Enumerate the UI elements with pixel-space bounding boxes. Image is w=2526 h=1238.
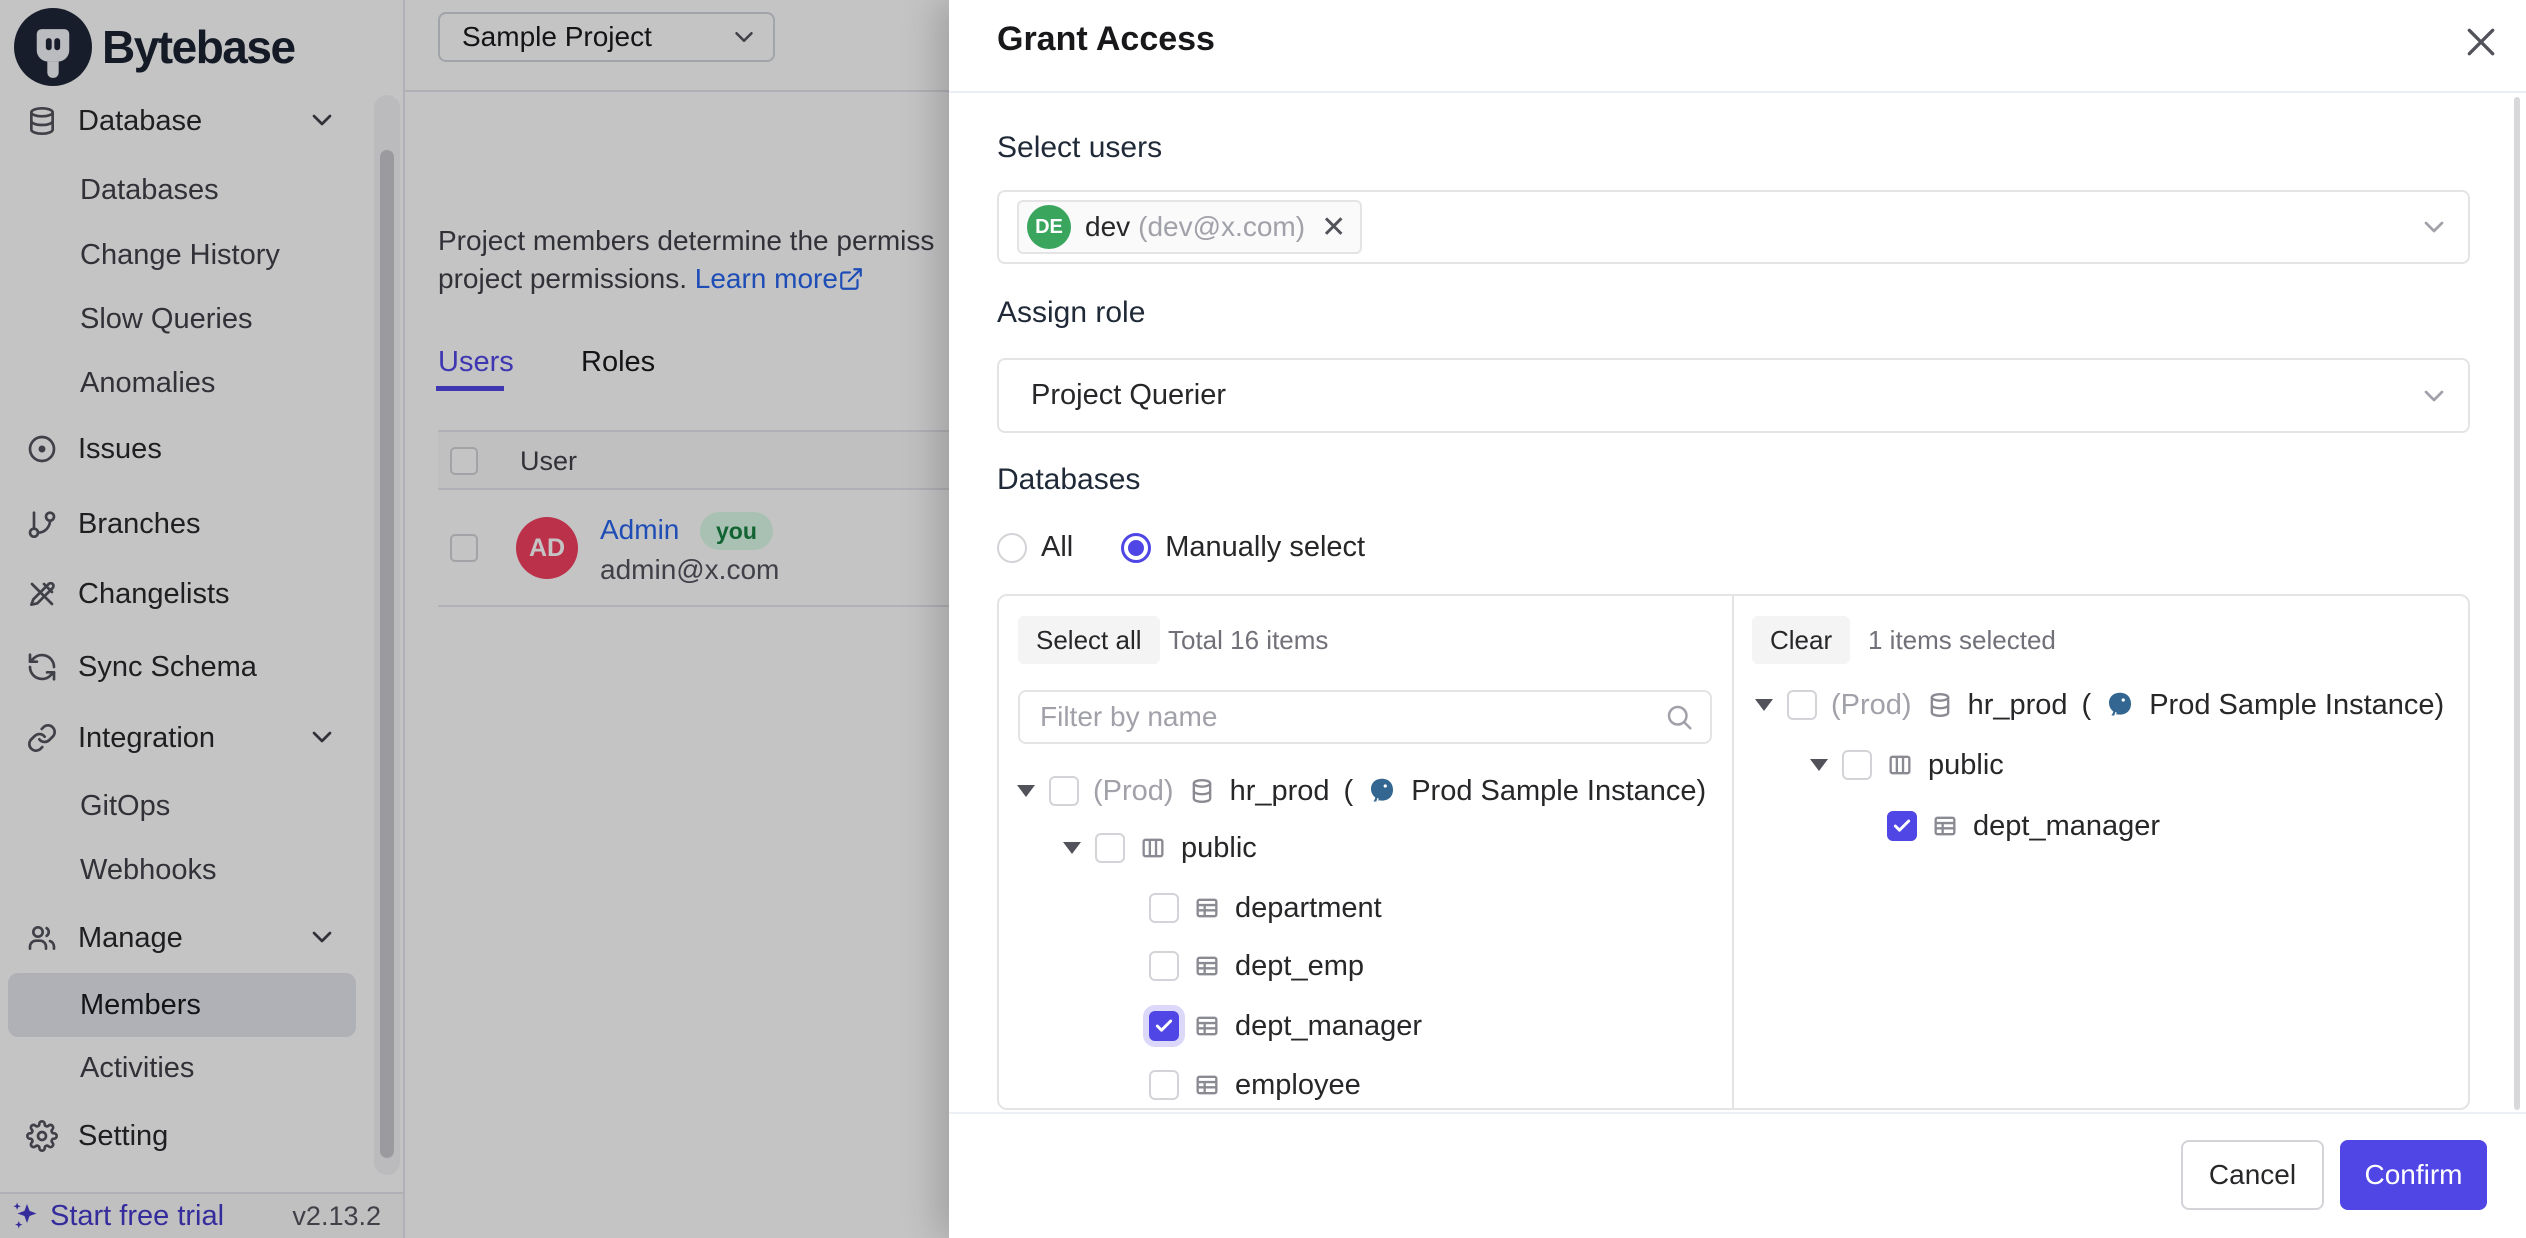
assign-role-label: Assign role <box>997 296 1145 330</box>
filter-input-wrap <box>1018 690 1712 744</box>
tree-row-table-selected[interactable]: dept_manager <box>1887 805 2160 847</box>
caret-down-icon[interactable] <box>1755 699 1773 711</box>
grant-access-modal: Grant Access Select users DE dev (dev@x.… <box>949 0 2526 1238</box>
checkbox[interactable] <box>1787 690 1817 720</box>
checkbox[interactable] <box>1049 776 1079 806</box>
modal-title: Grant Access <box>997 20 1215 59</box>
caret-down-icon[interactable] <box>1063 842 1081 854</box>
databases-label: Databases <box>997 463 1140 497</box>
tree-row-instance[interactable]: (Prod) hr_prod ( Prod Sample Instance) <box>1017 770 1706 812</box>
user-chip: DE dev (dev@x.com) ✕ <box>1017 200 1362 254</box>
radio-manually-select[interactable] <box>1121 533 1151 563</box>
database-scope-radios: All Manually select <box>997 531 1365 564</box>
table-grid-icon <box>1193 1012 1221 1040</box>
tree-row-table[interactable]: dept_emp <box>1149 945 1364 987</box>
cancel-button[interactable]: Cancel <box>2181 1140 2324 1210</box>
checkbox-checked[interactable] <box>1887 811 1917 841</box>
checkbox[interactable] <box>1842 750 1872 780</box>
radio-all[interactable] <box>997 533 1027 563</box>
caret-down-icon[interactable] <box>1017 785 1035 797</box>
total-items-text: Total 16 items <box>1168 616 1328 664</box>
selected-count-text: 1 items selected <box>1868 616 2056 664</box>
modal-scrollbar[interactable] <box>2514 97 2520 1110</box>
panel-divider <box>1732 596 1734 1108</box>
assign-role-value: Project Querier <box>1031 379 1226 412</box>
clear-button[interactable]: Clear <box>1752 616 1850 664</box>
search-icon <box>1664 702 1694 732</box>
database-transfer-panel: Select all Total 16 items (Prod) hr_prod… <box>997 594 2470 1110</box>
database-icon <box>1926 691 1954 719</box>
modal-header-divider <box>949 91 2526 93</box>
select-all-button[interactable]: Select all <box>1018 616 1160 664</box>
modal-footer-divider <box>949 1112 2526 1114</box>
select-users-label: Select users <box>997 131 1162 165</box>
remove-chip-icon[interactable]: ✕ <box>1321 210 1346 245</box>
table-grid-icon <box>1931 812 1959 840</box>
checkbox[interactable] <box>1095 833 1125 863</box>
schema-columns-icon <box>1139 834 1167 862</box>
postgres-elephant-icon <box>2105 690 2135 720</box>
filter-input[interactable] <box>1038 700 1664 734</box>
checkbox[interactable] <box>1149 1070 1179 1100</box>
caret-down-icon[interactable] <box>1810 759 1828 771</box>
tree-row-table[interactable]: employee <box>1149 1064 1361 1106</box>
close-icon[interactable] <box>2461 22 2501 62</box>
select-users-input[interactable]: DE dev (dev@x.com) ✕ <box>997 190 2470 264</box>
tree-row-instance[interactable]: (Prod) hr_prod ( Prod Sample Instance) <box>1755 684 2444 726</box>
schema-columns-icon <box>1886 751 1914 779</box>
tree-row-table[interactable]: department <box>1149 887 1382 929</box>
confirm-button[interactable]: Confirm <box>2340 1140 2487 1210</box>
chevron-down-icon <box>2418 211 2450 243</box>
table-grid-icon <box>1193 1071 1221 1099</box>
tree-row-table-selected[interactable]: dept_manager <box>1149 1005 1422 1047</box>
checkbox[interactable] <box>1149 893 1179 923</box>
chevron-down-icon <box>2418 380 2450 412</box>
tree-row-schema[interactable]: public <box>1810 744 2004 786</box>
checkbox-checked[interactable] <box>1149 1011 1179 1041</box>
avatar: DE <box>1027 205 1071 249</box>
table-grid-icon <box>1193 894 1221 922</box>
checkbox[interactable] <box>1149 951 1179 981</box>
database-icon <box>1188 777 1216 805</box>
screen: Bytebase Database Databases Change Histo… <box>0 0 2526 1238</box>
tree-row-schema[interactable]: public <box>1063 827 1257 869</box>
table-grid-icon <box>1193 952 1221 980</box>
postgres-elephant-icon <box>1367 776 1397 806</box>
assign-role-select[interactable]: Project Querier <box>997 358 2470 433</box>
